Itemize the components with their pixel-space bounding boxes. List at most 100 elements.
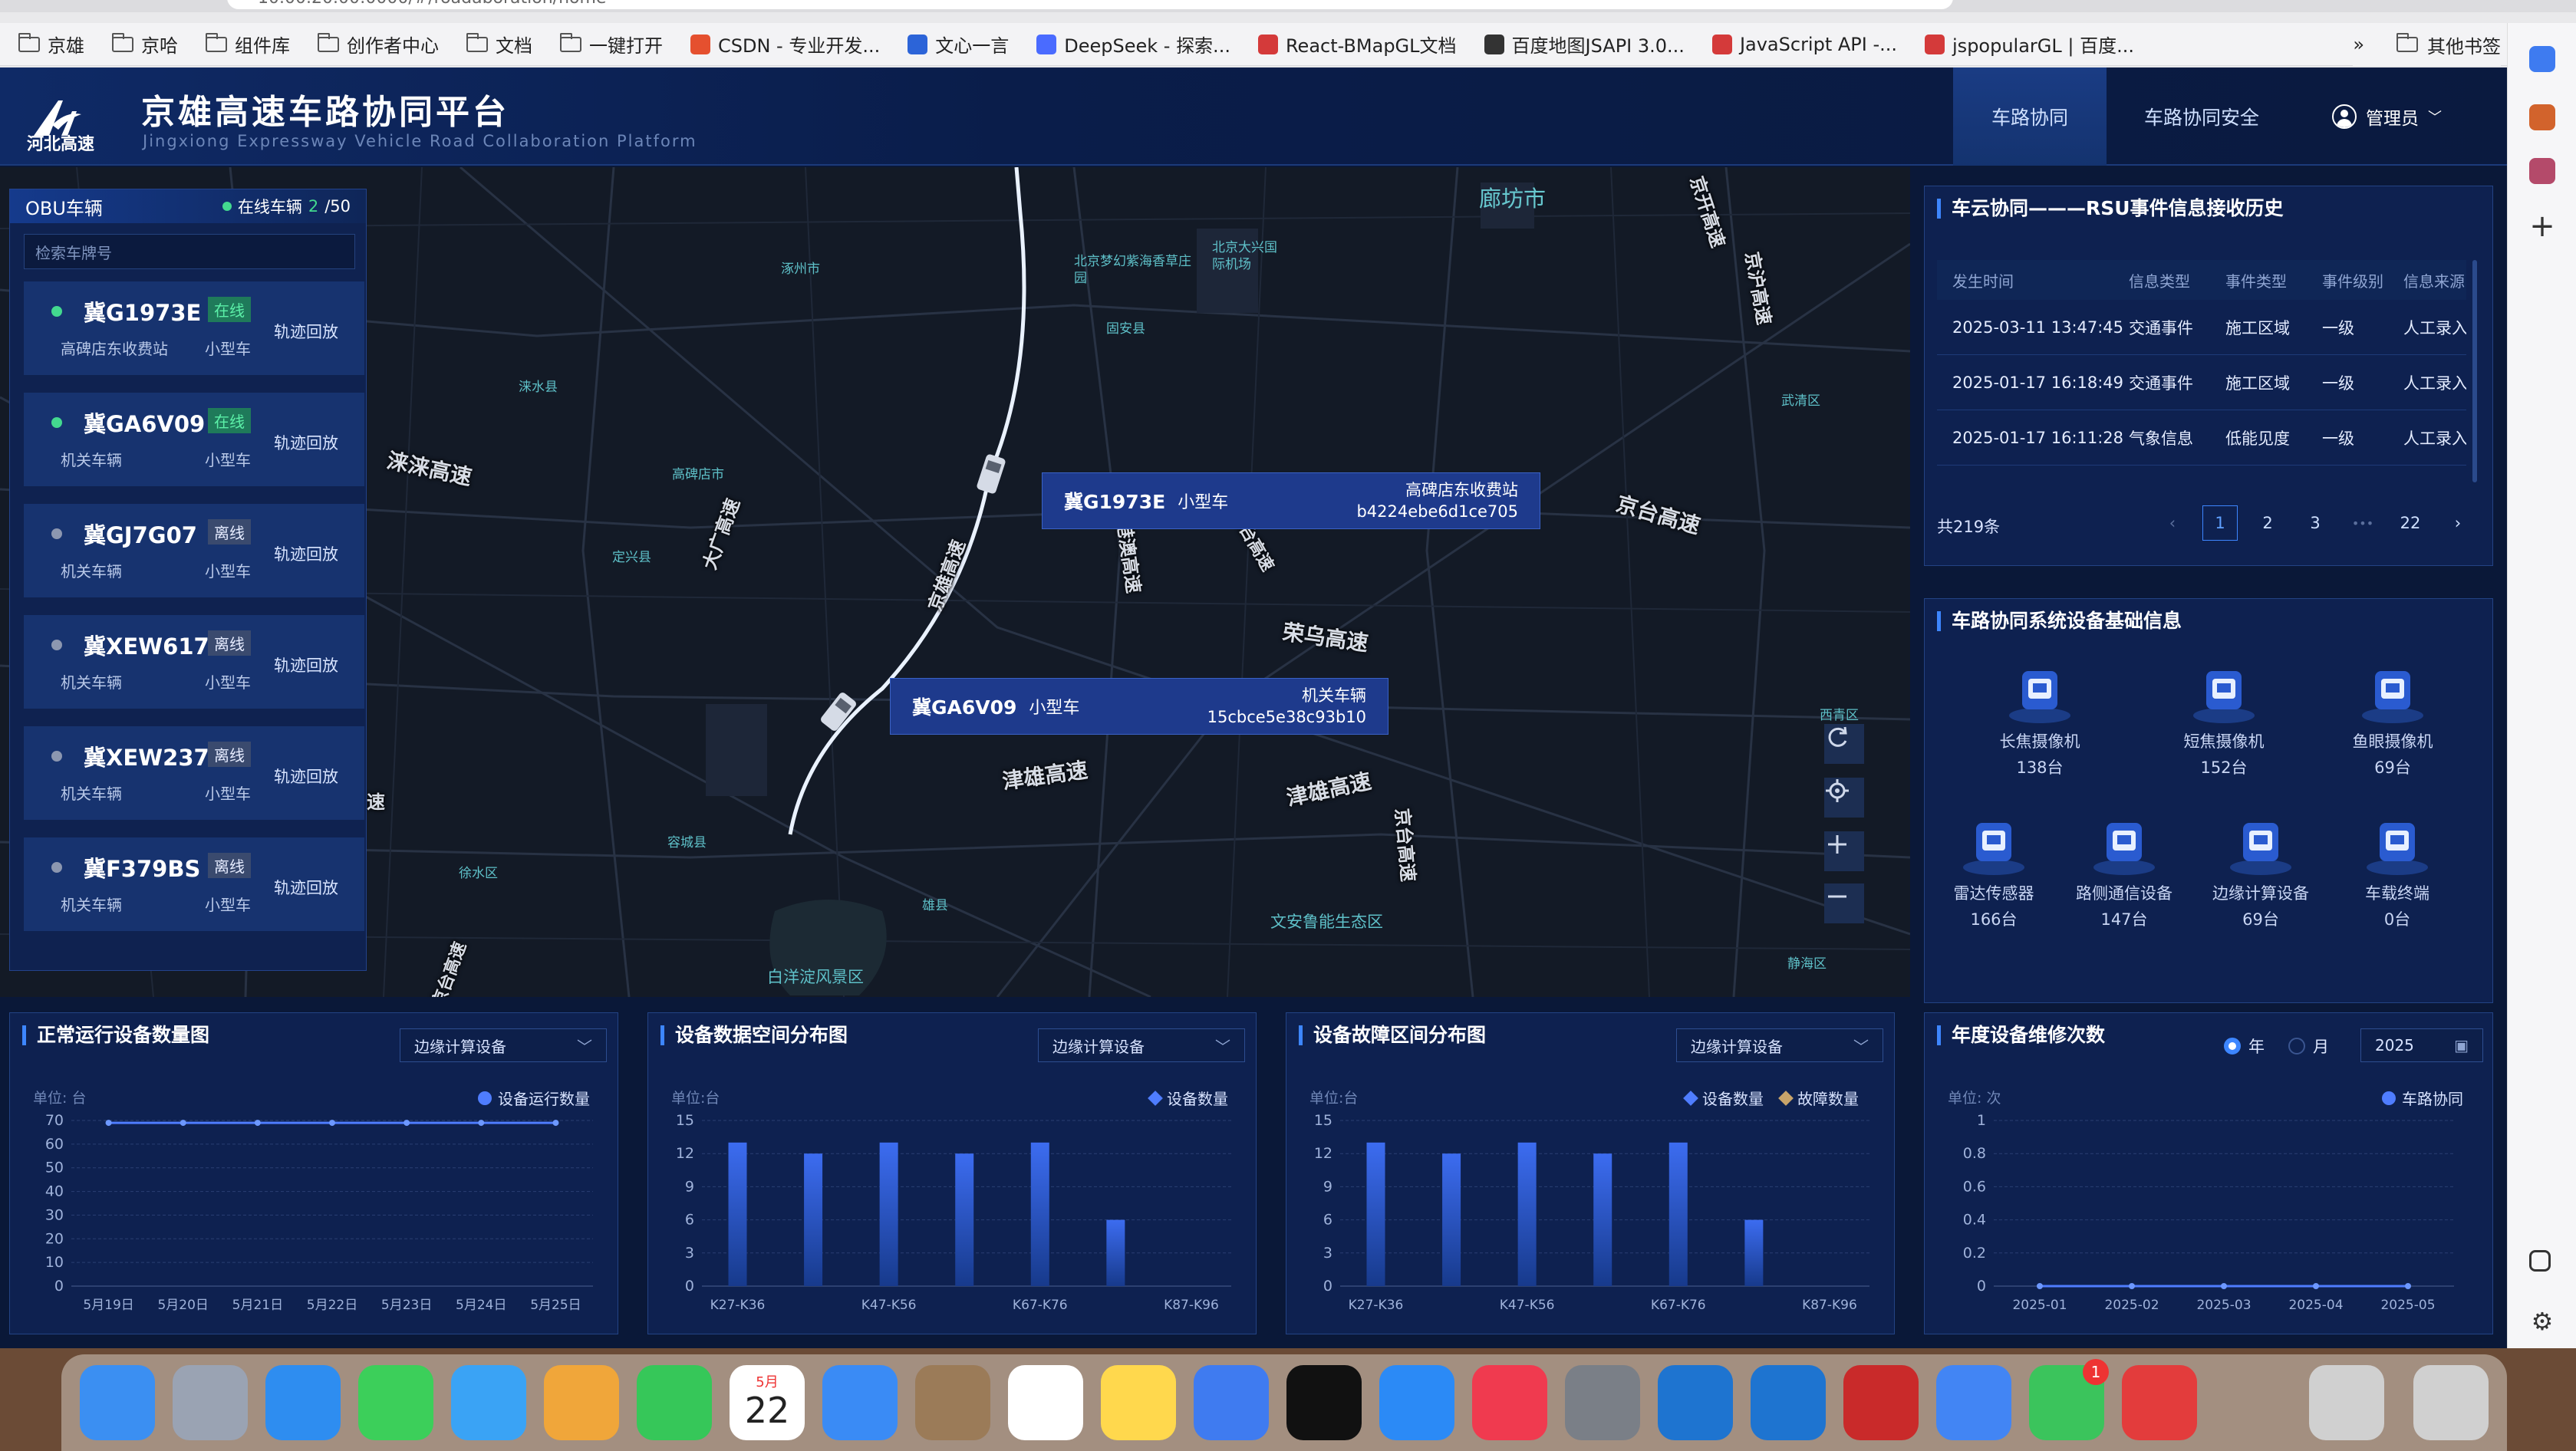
music-icon[interactable]	[1472, 1365, 1547, 1440]
vehicle-list-item[interactable]: 冀GA6V09 在线 机关车辆 小型车 轨迹回放	[24, 393, 364, 486]
table-scrollbar[interactable]	[2472, 260, 2477, 482]
safari-icon[interactable]	[265, 1365, 341, 1440]
table-row[interactable]: 2025-01-17 16:18:49 交通事件 施工区域 一级 人工录入	[1937, 355, 2466, 410]
toolbox-icon[interactable]	[2529, 104, 2555, 130]
mail-icon[interactable]	[822, 1365, 898, 1440]
reminders-icon[interactable]	[1008, 1365, 1083, 1440]
vehicle-popup[interactable]: 冀GA6V09 小型车 机关车辆 15cbce5e38c93b10	[890, 678, 1388, 735]
vehicle-list-item[interactable]: 冀F379BS 离线 机关车辆 小型车 轨迹回放	[24, 837, 364, 931]
plate-search-input[interactable]: 检索车牌号	[24, 234, 355, 269]
people-icon[interactable]	[2529, 158, 2555, 184]
notes-icon[interactable]	[1101, 1365, 1176, 1440]
track-replay-button[interactable]: 轨迹回放	[274, 431, 338, 454]
chrome-icon[interactable]	[1936, 1365, 2011, 1440]
messages-icon[interactable]	[358, 1365, 433, 1440]
photos-icon[interactable]	[544, 1365, 619, 1440]
wechat-icon[interactable]: 1	[2029, 1359, 2109, 1440]
bookmark-item[interactable]: React-BMapGL文档	[1257, 31, 1457, 58]
apple-tv-icon[interactable]	[1286, 1365, 1362, 1440]
bookmark-item[interactable]: 文心一言	[908, 31, 1009, 58]
bookmark-label[interactable]: 京雄	[48, 31, 84, 58]
bookmark-item[interactable]: 组件库	[206, 31, 290, 58]
security-icon[interactable]	[1843, 1365, 1919, 1440]
map-zoom-out-button[interactable]	[1824, 883, 1864, 923]
bookmark-item[interactable]: 创作者中心	[318, 31, 439, 58]
page-ellipsis[interactable]: •••	[2345, 505, 2380, 541]
page-22-button[interactable]: 22	[2393, 505, 2428, 541]
year-picker[interactable]: 2025 ▣	[2360, 1028, 2483, 1062]
radio-month[interactable]: 月	[2288, 1035, 2329, 1058]
bookmark-label[interactable]: CSDN - 专业开发...	[718, 31, 880, 58]
bookmark-label[interactable]: 组件库	[235, 31, 290, 58]
tab-collab-security[interactable]: 车路协同安全	[2125, 67, 2278, 166]
bookmark-item[interactable]: 百度地图JSAPI 3.0...	[1484, 31, 1685, 58]
bookmark-label[interactable]: 创作者中心	[347, 31, 439, 58]
finder-icon[interactable]	[80, 1365, 155, 1440]
track-replay-button[interactable]: 轨迹回放	[274, 765, 338, 788]
bookmark-label[interactable]: JavaScript API -...	[1740, 34, 1897, 55]
add-icon[interactable]: +	[2529, 211, 2555, 242]
bookmark-item[interactable]: jspopularGL | 百度...	[1925, 31, 2134, 58]
bookmark-item[interactable]: 京哈	[112, 31, 178, 58]
tab-vehicle-road-collab[interactable]: 车路协同	[1953, 67, 2107, 166]
track-replay-button[interactable]: 轨迹回放	[274, 320, 338, 343]
bookmark-label[interactable]: jspopularGL | 百度...	[1952, 31, 2134, 58]
bookmark-item[interactable]: JavaScript API -...	[1711, 34, 1897, 55]
device-type-select[interactable]: 边缘计算设备 ﹀	[1676, 1028, 1883, 1062]
tag-icon[interactable]	[2529, 46, 2555, 72]
map-locate-button[interactable]	[1824, 778, 1864, 818]
system-settings-icon[interactable]	[1565, 1365, 1640, 1440]
wps-icon[interactable]	[2122, 1365, 2197, 1440]
facetime-icon[interactable]	[637, 1365, 712, 1440]
settings-gear-icon[interactable]: ⚙	[2529, 1307, 2555, 1336]
bookmark-label[interactable]: React-BMapGL文档	[1286, 31, 1457, 58]
track-replay-button[interactable]: 轨迹回放	[274, 876, 338, 899]
vehicle-list-item[interactable]: 冀XEW617 离线 机关车辆 小型车 轨迹回放	[24, 615, 364, 709]
vehicle-list-item[interactable]: 冀G1973E 在线 高碑店东收费站 小型车 轨迹回放	[24, 281, 364, 375]
page-3-button[interactable]: 3	[2298, 505, 2333, 541]
page-1-button[interactable]: 1	[2202, 505, 2238, 541]
map-zoom-in-button[interactable]	[1824, 831, 1864, 871]
table-row[interactable]: 2025-03-11 13:47:45 交通事件 施工区域 一级 人工录入	[1937, 300, 2466, 355]
track-replay-button[interactable]: 轨迹回放	[274, 653, 338, 676]
other-bookmarks[interactable]: » 其他书签	[2353, 23, 2501, 66]
radio-year[interactable]: 年	[2224, 1035, 2265, 1058]
freeform-icon[interactable]	[1194, 1365, 1269, 1440]
bookmark-item[interactable]: 一键打开	[560, 31, 663, 58]
bookmark-label[interactable]: DeepSeek - 探索...	[1064, 31, 1230, 58]
text-editor-icon[interactable]	[1751, 1365, 1826, 1440]
page-2-button[interactable]: 2	[2250, 505, 2285, 541]
bookmark-item[interactable]: 文档	[466, 31, 532, 58]
app-store-icon[interactable]	[1379, 1365, 1454, 1440]
table-row[interactable]: 2025-01-17 16:11:28 气象信息 低能见度 一级 人工录入	[1937, 410, 2466, 466]
track-replay-button[interactable]: 轨迹回放	[274, 542, 338, 565]
map-refresh-button[interactable]	[1824, 724, 1864, 764]
bookmark-label[interactable]: 百度地图JSAPI 3.0...	[1512, 31, 1685, 58]
user-menu[interactable]: 管理员 ﹀	[2332, 67, 2442, 166]
bookmark-label[interactable]: 一键打开	[589, 31, 663, 58]
vscode-icon[interactable]	[1658, 1365, 1733, 1440]
bookmark-label[interactable]: 文档	[496, 31, 532, 58]
address-bar[interactable]: 10.00.20.00:0000/#/roadaboration/home	[227, 0, 1953, 9]
vehicle-popup[interactable]: 冀G1973E 小型车 高碑店东收费站 b4224ebe6d1ce705	[1042, 472, 1540, 529]
maps-icon[interactable]	[451, 1365, 526, 1440]
overflow-chevron[interactable]: »	[2353, 34, 2364, 55]
vehicle-list-item[interactable]: 冀GJ7G07 离线 机关车辆 小型车 轨迹回放	[24, 504, 364, 597]
bookmark-item[interactable]: DeepSeek - 探索...	[1036, 31, 1230, 58]
trash-icon[interactable]	[2413, 1365, 2489, 1440]
device-type-select[interactable]: 边缘计算设备 ﹀	[400, 1028, 607, 1062]
device-type-select[interactable]: 边缘计算设备 ﹀	[1038, 1028, 1245, 1062]
bookmark-item[interactable]: 京雄	[18, 31, 84, 58]
prev-page-button[interactable]: ‹	[2155, 505, 2190, 541]
documents-icon[interactable]	[2309, 1365, 2384, 1440]
contacts-icon[interactable]	[915, 1365, 990, 1440]
vehicle-list-item[interactable]: 冀XEW237 离线 机关车辆 小型车 轨迹回放	[24, 726, 364, 820]
calendar-icon[interactable]: 5月 22	[730, 1365, 805, 1440]
other-bookmarks-label[interactable]: 其他书签	[2427, 31, 2501, 58]
next-page-button[interactable]: ›	[2440, 505, 2476, 541]
bookmark-label[interactable]: 京哈	[141, 31, 178, 58]
url-text[interactable]: 10.00.20.00:0000/#/roadaboration/home	[258, 0, 606, 8]
bookmark-label[interactable]: 文心一言	[935, 31, 1009, 58]
sidebar-toggle-icon[interactable]	[2529, 1250, 2551, 1272]
bookmark-item[interactable]: CSDN - 专业开发...	[690, 31, 880, 58]
